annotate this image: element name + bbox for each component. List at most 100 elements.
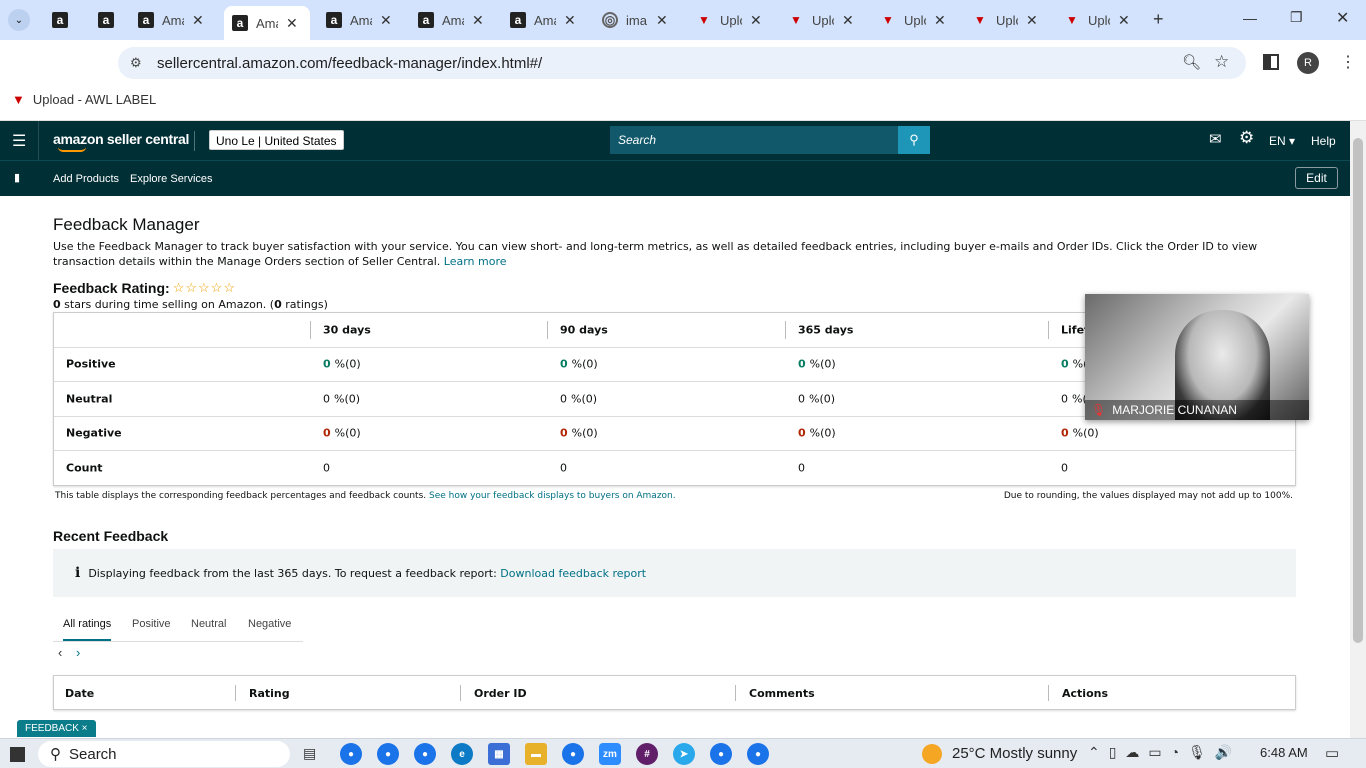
browser-tab[interactable]: a Ama ✕ <box>502 6 586 34</box>
help-link[interactable]: Help <box>1311 134 1336 148</box>
tray-icons[interactable]: ⌃▯☁▭◔🎙🔊 <box>1088 744 1241 761</box>
tab-label: ima <box>626 12 647 28</box>
feedback-display-link[interactable]: See how your feedback displays to buyers… <box>429 491 676 501</box>
notification-icon[interactable]: ▭ <box>1325 744 1339 762</box>
search-input[interactable] <box>610 133 898 147</box>
chrome-icon[interactable]: ● <box>562 743 584 765</box>
windows-start-icon[interactable] <box>10 747 25 762</box>
rating-cell: 0%(0) <box>798 426 836 440</box>
browser-menu-icon[interactable]: ⋮ <box>1340 52 1356 72</box>
search-button[interactable]: ⚲ <box>898 126 930 154</box>
store-selector[interactable]: Uno Le | United States <box>209 130 344 150</box>
seller-central-logo[interactable]: amazon seller central <box>53 131 189 147</box>
close-icon[interactable]: ✕ <box>842 12 854 29</box>
chrome-icon[interactable]: ● <box>710 743 732 765</box>
edit-nav-button[interactable]: Edit <box>1295 167 1338 189</box>
taskbar-search[interactable]: ⚲ Search <box>38 741 290 767</box>
feedback-tag[interactable]: FEEDBACK × <box>17 720 96 737</box>
tab-all-ratings[interactable]: All ratings <box>63 618 112 641</box>
close-icon[interactable]: ✕ <box>1118 12 1130 29</box>
col-order-id[interactable]: Order ID <box>474 687 527 700</box>
browser-tab[interactable]: ◎ ima ✕ <box>594 6 680 34</box>
bookmark-upload[interactable]: ▼ Upload - AWL LABEL <box>12 92 156 107</box>
close-icon[interactable]: ✕ <box>192 12 204 29</box>
tab-positive[interactable]: Positive <box>132 618 171 630</box>
hamburger-menu-icon[interactable]: ☰ <box>12 131 26 151</box>
close-window-button[interactable]: ✕ <box>1336 8 1349 28</box>
browser-tab[interactable]: a Ama ✕ <box>410 6 494 34</box>
bookmark-star-icon[interactable]: ☆ <box>1214 52 1229 72</box>
new-tab-button[interactable]: + <box>1153 9 1164 30</box>
row-label: Negative <box>66 426 122 440</box>
video-call-overlay[interactable]: 🎙︎ MARJORIE CUNANAN <box>1085 294 1309 420</box>
close-icon[interactable]: ✕ <box>472 12 484 29</box>
slack-icon[interactable]: # <box>636 743 658 765</box>
telegram-icon[interactable]: ➤ <box>673 743 695 765</box>
row-label: Positive <box>66 357 116 371</box>
browser-tab[interactable]: a Ama ✕ <box>318 6 402 34</box>
rating-cell: 0 <box>560 461 567 475</box>
close-icon[interactable]: ✕ <box>286 15 298 32</box>
browser-tab[interactable]: ▼ Uplo ✕ <box>1056 6 1140 34</box>
chrome-icon[interactable]: ● <box>377 743 399 765</box>
chrome-icon[interactable]: ● <box>747 743 769 765</box>
tab-label: Uplo <box>904 12 926 28</box>
participant-name: 🎙︎ MARJORIE CUNANAN <box>1085 400 1309 420</box>
browser-tab[interactable]: ▼ Uplo ✕ <box>780 6 864 34</box>
nav-add-products[interactable]: Add Products <box>53 173 119 185</box>
close-icon[interactable]: ✕ <box>656 12 668 29</box>
download-report-link[interactable]: Download feedback report <box>500 567 646 580</box>
close-icon[interactable]: ✕ <box>380 12 392 29</box>
browser-tab[interactable]: a <box>90 6 122 34</box>
divider <box>38 121 39 160</box>
close-icon[interactable]: ✕ <box>1026 12 1038 29</box>
learn-more-link[interactable]: Learn more <box>444 255 507 268</box>
file-explorer-icon[interactable]: ▬ <box>525 743 547 765</box>
col-date[interactable]: Date <box>65 687 94 700</box>
tab-search-button[interactable]: ⌄ <box>8 9 30 31</box>
edge-icon[interactable]: e <box>451 743 473 765</box>
recent-feedback-title: Recent Feedback <box>53 528 169 544</box>
tab-negative[interactable]: Negative <box>248 618 291 630</box>
col-actions[interactable]: Actions <box>1062 687 1108 700</box>
chevron-left-icon[interactable]: ‹ <box>58 645 62 660</box>
browser-tab[interactable]: ▼ Uplo ✕ <box>872 6 956 34</box>
clock[interactable]: 6:48 AM <box>1260 745 1308 760</box>
zoom-icon[interactable]: zm <box>599 743 621 765</box>
chrome-icon[interactable]: ● <box>414 743 436 765</box>
browser-tab[interactable]: ▼ Uplo ✕ <box>688 6 772 34</box>
close-icon[interactable]: ✕ <box>564 12 576 29</box>
bookmark-icon[interactable]: ▮ <box>14 171 20 184</box>
rating-cell: 0%(0) <box>323 392 361 406</box>
nav-explore-services[interactable]: Explore Services <box>130 173 213 185</box>
omnibox[interactable]: ⚙ sellercentral.amazon.com/feedback-mana… <box>118 47 1246 79</box>
close-icon[interactable]: ✕ <box>934 12 946 29</box>
maximize-button[interactable]: ❐ <box>1290 9 1303 26</box>
zoom-icon[interactable]: 🔍︎ <box>1182 53 1201 71</box>
divider <box>785 321 786 339</box>
scrollbar-thumb[interactable] <box>1353 138 1363 643</box>
profile-avatar[interactable]: R <box>1297 52 1319 74</box>
browser-tab[interactable]: a Ama ✕ <box>130 6 214 34</box>
browser-tab[interactable]: a <box>44 6 76 34</box>
page-scrollbar[interactable] <box>1350 121 1366 738</box>
weather-text[interactable]: 25°C Mostly sunny <box>952 745 1077 762</box>
bookmarks-bar: ▼ Upload - AWL LABEL <box>0 85 1366 121</box>
col-comments[interactable]: Comments <box>749 687 815 700</box>
site-info-icon[interactable]: ⚙ <box>130 55 142 71</box>
chrome-icon[interactable]: ● <box>340 743 362 765</box>
browser-tab[interactable]: a Ama ✕ <box>224 6 310 40</box>
task-view-icon[interactable]: ▤ <box>303 745 316 762</box>
chevron-right-icon[interactable]: › <box>76 645 80 660</box>
tab-neutral[interactable]: Neutral <box>191 618 226 630</box>
store-icon[interactable]: ▦ <box>488 743 510 765</box>
col-rating[interactable]: Rating <box>249 687 290 700</box>
gear-icon[interactable]: ⚙ <box>1239 128 1254 148</box>
weather-icon[interactable] <box>922 744 942 764</box>
close-icon[interactable]: ✕ <box>750 12 762 29</box>
minimize-button[interactable]: — <box>1243 10 1257 26</box>
browser-tab[interactable]: ▼ Uplo ✕ <box>964 6 1048 34</box>
mail-icon[interactable]: ✉ <box>1209 130 1222 148</box>
language-selector[interactable]: EN ▾ <box>1269 134 1295 148</box>
side-panel-icon[interactable] <box>1263 54 1279 70</box>
